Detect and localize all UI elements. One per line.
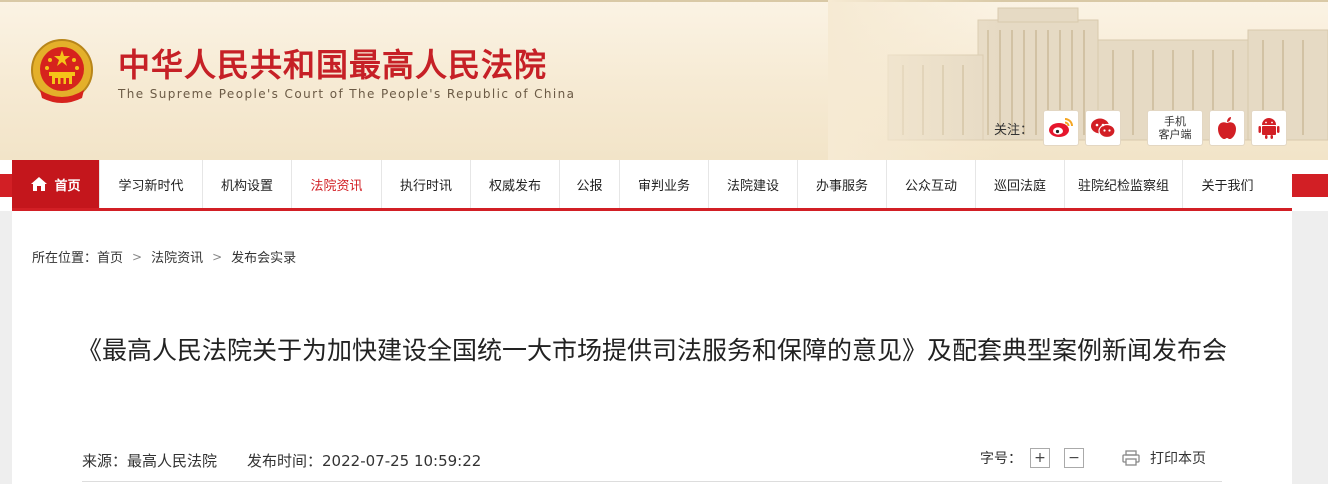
weibo-button[interactable] (1043, 110, 1080, 146)
meta-divider (82, 481, 1222, 482)
nav-item-label: 公报 (576, 178, 603, 194)
nav-item-label: 机构设置 (220, 178, 273, 194)
nav-item-court-news[interactable]: 法院资讯 (292, 160, 382, 208)
nav-item-trial-business[interactable]: 审判业务 (620, 160, 709, 208)
national-emblem-logo (31, 39, 93, 103)
nav-item-services[interactable]: 办事服务 (798, 160, 887, 208)
breadcrumb-prefix: 所在位置： (32, 251, 98, 266)
site-header: 中华人民共和国最高人民法院 The Supreme People's Court… (0, 0, 1328, 160)
main-nav-wrapper: 首页 学习新时代 机构设置 法院资讯 执行时讯 权威发布 公报 审判业务 法院建… (0, 160, 1328, 211)
article-meta: 来源：最高人民法院 发布时间：2022-07-25 10:59:22 (82, 450, 481, 471)
mobile-client-line1: 手机 (1164, 115, 1187, 128)
nav-item-label: 巡回法庭 (993, 178, 1046, 194)
nav-item-label: 审判业务 (637, 178, 690, 194)
site-title: 中华人民共和国最高人民法院 (118, 46, 548, 84)
article-source: 来源：最高人民法院 (82, 452, 218, 470)
nav-item-public-interaction[interactable]: 公众互动 (887, 160, 976, 208)
nav-item-label: 关于我们 (1201, 178, 1254, 194)
font-increase-button[interactable]: + (1030, 448, 1050, 468)
print-label: 打印本页 (1150, 451, 1206, 467)
nav-item-organization[interactable]: 机构设置 (203, 160, 292, 208)
nav-item-label: 权威发布 (488, 178, 541, 194)
nav-item-discipline-group[interactable]: 驻院纪检监察组 (1065, 160, 1183, 208)
mobile-client-line2: 客户端 (1158, 128, 1192, 141)
print-button[interactable]: 打印本页 (1122, 448, 1206, 468)
android-icon (1258, 118, 1280, 139)
nav-item-releases[interactable]: 权威发布 (471, 160, 560, 208)
nav-item-about-us[interactable]: 关于我们 (1183, 160, 1272, 208)
breadcrumb-press-releases[interactable]: 发布会实录 (231, 247, 296, 266)
nav-item-label: 学习新时代 (118, 178, 184, 194)
follow-bar: 关注： 手机 客户端 (994, 110, 1288, 146)
wechat-button[interactable] (1085, 110, 1122, 146)
chevron-right-icon: > (132, 249, 143, 264)
nav-item-label: 法院建设 (726, 178, 779, 194)
nav-item-label: 公众互动 (904, 178, 957, 194)
main-content: 所在位置： 首页 > 法院资讯 > 发布会实录 《最高人民法院关于为加快建设全国… (12, 211, 1292, 484)
nav-item-study[interactable]: 学习新时代 (100, 160, 203, 208)
nav-item-label: 办事服务 (815, 178, 868, 194)
font-decrease-button[interactable]: − (1064, 448, 1084, 468)
apple-app-button[interactable] (1209, 110, 1246, 146)
article-tools: 字号： + − 打印本页 (980, 448, 1206, 468)
apple-icon (1218, 117, 1237, 139)
nav-item-home[interactable]: 首页 (12, 160, 100, 208)
article-title: 《最高人民法院关于为加快建设全国统一大市场提供司法服务和保障的意见》及配套典型案… (76, 336, 1227, 365)
nav-item-label: 法院资讯 (310, 178, 363, 194)
nav-item-label: 首页 (54, 178, 81, 194)
wechat-icon (1091, 118, 1116, 139)
follow-label: 关注： (994, 122, 1034, 138)
main-nav: 首页 学习新时代 机构设置 法院资讯 执行时讯 权威发布 公报 审判业务 法院建… (12, 160, 1292, 211)
font-size-label: 字号： (980, 451, 1022, 467)
nav-item-label: 执行时讯 (399, 178, 452, 194)
mobile-client-button[interactable]: 手机 客户端 (1147, 110, 1204, 146)
article-publish-time: 发布时间：2022-07-25 10:59:22 (247, 452, 482, 470)
nav-item-label: 驻院纪检监察组 (1077, 178, 1169, 194)
weibo-icon (1049, 118, 1074, 137)
chevron-right-icon: > (212, 249, 223, 264)
breadcrumb-home[interactable]: 首页 (97, 247, 123, 266)
android-app-button[interactable] (1251, 110, 1288, 146)
nav-item-circuit-courts[interactable]: 巡回法庭 (976, 160, 1065, 208)
printer-icon (1122, 450, 1140, 466)
nav-item-gazette[interactable]: 公报 (560, 160, 620, 208)
site-subtitle: The Supreme People's Court of The People… (118, 87, 576, 101)
breadcrumb: 所在位置： 首页 > 法院资讯 > 发布会实录 (32, 247, 296, 267)
nav-item-execution-news[interactable]: 执行时讯 (382, 160, 471, 208)
breadcrumb-court-news[interactable]: 法院资讯 (151, 247, 203, 266)
nav-item-court-construction[interactable]: 法院建设 (709, 160, 798, 208)
home-icon (31, 177, 48, 191)
